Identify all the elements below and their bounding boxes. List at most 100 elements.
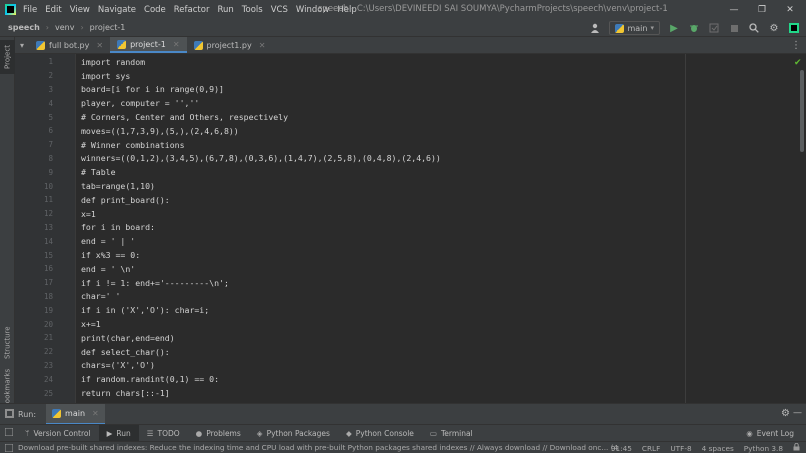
version-control-button[interactable]: ᛘ Version Control xyxy=(17,425,99,442)
tab-project-1[interactable]: project-1 ✕ xyxy=(110,37,187,53)
indent-setting[interactable]: 4 spaces xyxy=(702,444,734,453)
python-interpreter[interactable]: Python 3.8 xyxy=(744,444,783,453)
code-line[interactable]: 18 char=' ' xyxy=(15,290,795,304)
structure-tool-tab[interactable]: Structure xyxy=(0,322,15,364)
maximize-button[interactable]: ❐ xyxy=(748,0,776,19)
code-line[interactable]: 16 end = ' \n' xyxy=(15,262,795,276)
code-text[interactable]: if x%3 == 0: xyxy=(81,250,140,260)
checkmark-icon[interactable]: ✔ xyxy=(794,58,802,68)
code-text[interactable]: player, computer = '','' xyxy=(81,98,199,108)
run-configuration-select[interactable]: main ▾ xyxy=(609,21,660,35)
code-line[interactable]: 5 # Corners, Center and Others, respectiv… xyxy=(15,110,795,124)
menu-code[interactable]: Code xyxy=(144,5,166,15)
code-text[interactable]: if i != 1: end+='---------\n'; xyxy=(81,278,229,288)
code-line[interactable]: 13 for i in board: xyxy=(15,221,795,235)
code-text[interactable]: tab=range(1,10) xyxy=(81,181,155,191)
stop-icon[interactable] xyxy=(728,22,740,34)
breadcrumb-file[interactable]: project-1 xyxy=(90,23,126,32)
code-line[interactable]: 25 return chars[::-1] xyxy=(15,386,795,400)
close-button[interactable]: ✕ xyxy=(776,0,804,19)
layout-icon[interactable] xyxy=(4,427,14,438)
file-encoding[interactable]: UTF-8 xyxy=(670,444,691,453)
settings-icon[interactable]: ⚙ xyxy=(781,408,790,419)
menu-edit[interactable]: Edit xyxy=(45,5,61,15)
menu-file[interactable]: File xyxy=(23,5,37,15)
bookmarks-tool-tab[interactable]: Bookmarks xyxy=(0,368,15,407)
settings-icon[interactable]: ⚙ xyxy=(768,22,780,34)
todo-button[interactable]: ☰ TODO xyxy=(139,425,188,442)
code-line[interactable]: 7 # Winner combinations xyxy=(15,138,795,152)
code-line[interactable]: 15 if x%3 == 0: xyxy=(15,248,795,262)
close-icon[interactable]: ✕ xyxy=(96,41,103,50)
code-line[interactable]: 19 if i in ('X','O'): char=i; xyxy=(15,303,795,317)
vertical-scrollbar[interactable] xyxy=(800,70,804,152)
code-line[interactable]: 14 end = ' | ' xyxy=(15,234,795,248)
status-message[interactable]: Download pre-built shared indexes: Reduc… xyxy=(18,443,618,452)
code-text[interactable]: end = ' | ' xyxy=(81,236,135,246)
close-icon[interactable]: ✕ xyxy=(173,40,180,49)
problems-button[interactable]: ● Problems xyxy=(188,425,249,442)
menu-refactor[interactable]: Refactor xyxy=(174,5,210,15)
code-line[interactable]: 17 if i != 1: end+='---------\n'; xyxy=(15,276,795,290)
code-text[interactable]: if random.randint(0,1) == 0: xyxy=(81,374,219,384)
code-line[interactable]: 24 if random.randint(0,1) == 0: xyxy=(15,372,795,386)
code-text[interactable]: board=[i for i in range(0,9)] xyxy=(81,84,224,94)
code-line[interactable]: 2 import sys xyxy=(15,69,795,83)
code-text[interactable]: import random xyxy=(81,57,145,67)
run-icon[interactable]: ▶ xyxy=(668,22,680,34)
close-icon[interactable]: ✕ xyxy=(259,41,266,50)
ide-icon[interactable] xyxy=(788,22,800,34)
code-text[interactable]: def print_board(): xyxy=(81,195,170,205)
code-text[interactable]: end = ' \n' xyxy=(81,264,135,274)
minimize-panel-icon[interactable]: — xyxy=(793,408,802,418)
code-text[interactable]: moves=((1,7,3,9),(5,),(2,4,6,8)) xyxy=(81,126,239,136)
more-options-icon[interactable]: ⋮ xyxy=(791,37,801,53)
event-log-button[interactable]: ◉ Event Log xyxy=(738,425,802,442)
code-line[interactable]: 10 tab=range(1,10) xyxy=(15,179,795,193)
search-icon[interactable] xyxy=(748,22,760,34)
tabs-dropdown-icon[interactable]: ▾ xyxy=(15,37,29,53)
code-line[interactable]: 23 chars=('X','O') xyxy=(15,359,795,373)
breadcrumb-project[interactable]: speech xyxy=(8,23,40,32)
code-line[interactable]: 3 board=[i for i in range(0,9)] xyxy=(15,83,795,97)
code-editor[interactable]: 1 import random 2 import sys 3 board=[i for i… xyxy=(15,54,806,403)
code-line[interactable]: 21 print(char,end=end) xyxy=(15,331,795,345)
code-line[interactable]: 11 def print_board(): xyxy=(15,193,795,207)
tab-project1-py[interactable]: project1.py ✕ xyxy=(187,37,273,53)
line-separator[interactable]: CRLF xyxy=(642,444,660,453)
debug-icon[interactable] xyxy=(688,22,700,34)
code-line[interactable]: 1 import random xyxy=(15,55,795,69)
code-text[interactable]: x=1 xyxy=(81,209,96,219)
code-text[interactable]: return chars[::-1] xyxy=(81,388,170,398)
lock-icon[interactable] xyxy=(793,442,800,453)
code-text[interactable]: if i in ('X','O'): char=i; xyxy=(81,305,209,315)
code-text[interactable]: import sys xyxy=(81,71,130,81)
code-line[interactable]: 6 moves=((1,7,3,9),(5,),(2,4,6,8)) xyxy=(15,124,795,138)
code-line[interactable]: 8 winners=((0,1,2),(3,4,5),(6,7,8),(0,3,6… xyxy=(15,152,795,166)
code-text[interactable]: # Corners, Center and Others, respective… xyxy=(81,112,288,122)
menu-run[interactable]: Run xyxy=(217,5,233,15)
code-line[interactable]: 20 x+=1 xyxy=(15,317,795,331)
code-text[interactable]: for i in board: xyxy=(81,222,155,232)
code-text[interactable]: # Winner combinations xyxy=(81,140,185,150)
code-text[interactable]: x+=1 xyxy=(81,319,101,329)
minimize-button[interactable]: — xyxy=(720,0,748,19)
menu-view[interactable]: View xyxy=(70,5,90,15)
menu-tools[interactable]: Tools xyxy=(242,5,263,15)
code-text[interactable]: winners=((0,1,2),(3,4,5),(6,7,8),(0,3,6)… xyxy=(81,153,441,163)
coverage-icon[interactable] xyxy=(708,22,720,34)
close-icon[interactable]: ✕ xyxy=(92,409,99,418)
user-icon[interactable] xyxy=(589,22,601,34)
terminal-button[interactable]: ▭ Terminal xyxy=(422,425,481,442)
python-console-button[interactable]: ◆ Python Console xyxy=(338,425,422,442)
code-text[interactable]: # Table xyxy=(81,167,116,177)
menu-vcs[interactable]: VCS xyxy=(271,5,288,15)
project-tool-tab[interactable]: Project xyxy=(0,40,15,74)
code-text[interactable]: print(char,end=end) xyxy=(81,333,175,343)
run-tab-main[interactable]: main ✕ xyxy=(46,403,105,425)
python-packages-button[interactable]: ◈ Python Packages xyxy=(249,425,338,442)
notification-icon[interactable] xyxy=(4,443,14,453)
code-line[interactable]: 4 player, computer = '','' xyxy=(15,96,795,110)
menu-navigate[interactable]: Navigate xyxy=(98,5,136,15)
code-text[interactable]: char=' ' xyxy=(81,291,120,301)
